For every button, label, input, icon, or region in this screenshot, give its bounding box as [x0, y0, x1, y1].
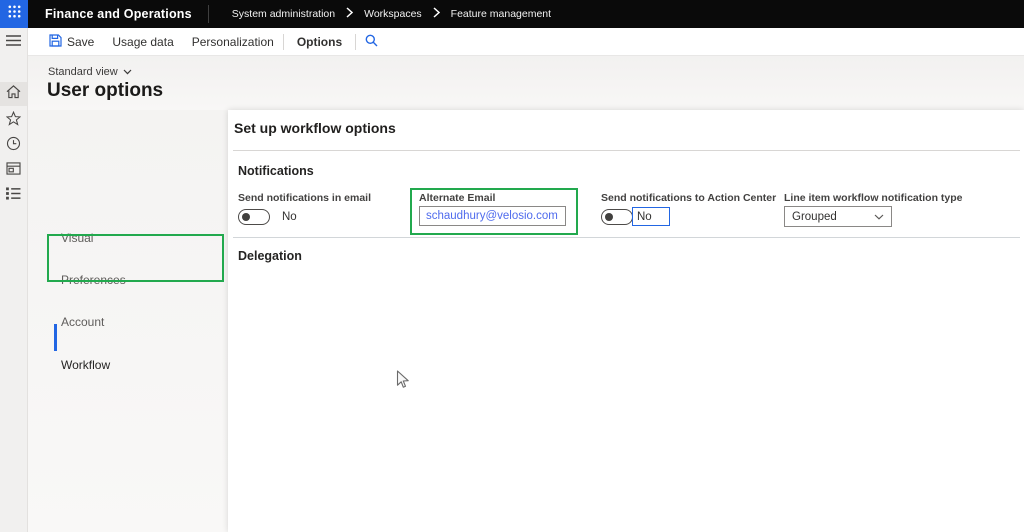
left-icon-rail: [0, 28, 28, 532]
toggle-knob: [242, 213, 250, 221]
usage-data-label: Usage data: [112, 35, 173, 49]
search-icon: [365, 34, 378, 50]
usage-data-button[interactable]: Usage data: [103, 28, 182, 56]
personalization-button[interactable]: Personalization: [183, 28, 283, 56]
alternate-email-input[interactable]: [419, 206, 566, 226]
send-notifications-to-action-center-label: Send notifications to Action Center: [601, 192, 776, 204]
view-selector-label: Standard view: [48, 66, 118, 78]
send-notifications-in-email-toggle[interactable]: [238, 209, 270, 225]
hamburger-icon: [6, 33, 21, 51]
save-icon: [49, 34, 62, 50]
breadcrumb-item-workspaces[interactable]: Workspaces: [364, 8, 422, 20]
waffle-icon: [8, 5, 21, 23]
save-label: Save: [67, 35, 94, 49]
selected-indicator-bar: [54, 324, 57, 351]
line-item-notification-type-label: Line item workflow notification type: [784, 192, 963, 204]
module-list-icon: [6, 187, 21, 205]
workspaces-button[interactable]: [0, 159, 27, 183]
send-notifications-in-email-label: Send notifications in email: [238, 192, 371, 204]
delegation-section-title: Delegation: [238, 249, 302, 263]
home-icon: [6, 85, 21, 104]
topbar-divider: [208, 5, 209, 23]
recent-button[interactable]: [0, 134, 27, 158]
send-notifications-in-email-value: No: [282, 211, 297, 223]
settings-nav: Visual Preferences Account Workflow: [28, 110, 228, 532]
breadcrumb-item-feature-management[interactable]: Feature management: [451, 8, 551, 20]
nav-item-account[interactable]: Account: [61, 312, 104, 332]
toggle-knob: [605, 213, 613, 221]
options-label: Options: [297, 35, 342, 49]
section-divider: [233, 150, 1020, 151]
send-notifications-to-action-center-toggle[interactable]: [601, 209, 633, 225]
personalization-label: Personalization: [192, 35, 274, 49]
breadcrumb: System administration Workspaces Feature…: [232, 7, 551, 21]
chevron-down-icon: [123, 66, 132, 78]
top-navigation-bar: Finance and Operations System administra…: [0, 0, 1024, 28]
chevron-right-icon: [433, 7, 440, 21]
app-launcher-button[interactable]: [0, 0, 28, 28]
save-button[interactable]: Save: [40, 28, 103, 56]
app-window: Finance and Operations System administra…: [0, 0, 1024, 532]
notifications-section-title: Notifications: [238, 164, 314, 178]
star-icon: [6, 111, 21, 131]
home-button[interactable]: [0, 82, 27, 106]
breadcrumb-item-system-administration[interactable]: System administration: [232, 8, 335, 20]
nav-item-visual[interactable]: Visual: [61, 228, 93, 248]
page-header: Standard view User options: [28, 56, 1024, 110]
search-button[interactable]: [356, 28, 387, 56]
panel-heading: Set up workflow options: [234, 120, 396, 136]
alternate-email-label: Alternate Email: [419, 192, 495, 204]
line-item-notification-type-value: Grouped: [792, 211, 837, 223]
line-item-notification-type-select[interactable]: Grouped: [784, 206, 892, 227]
favorites-button[interactable]: [0, 109, 27, 133]
nav-item-preferences[interactable]: Preferences: [61, 270, 126, 290]
workspace-card-icon: [6, 162, 21, 180]
clock-icon: [6, 136, 21, 156]
app-title[interactable]: Finance and Operations: [45, 7, 192, 21]
page-title: User options: [47, 80, 163, 102]
expand-menu-button[interactable]: [0, 30, 27, 54]
chevron-down-icon: [874, 211, 884, 223]
chevron-right-icon: [346, 7, 353, 21]
send-notifications-to-action-center-value-input[interactable]: [632, 207, 670, 226]
options-button[interactable]: Options: [284, 28, 355, 56]
view-selector[interactable]: Standard view: [48, 66, 132, 78]
nav-item-workflow[interactable]: Workflow: [61, 355, 110, 375]
modules-button[interactable]: [0, 184, 27, 208]
action-bar: Save Usage data Personalization Options: [28, 28, 1024, 56]
section-divider: [233, 237, 1020, 238]
content-panel: Set up workflow options Notifications Se…: [228, 110, 1024, 532]
